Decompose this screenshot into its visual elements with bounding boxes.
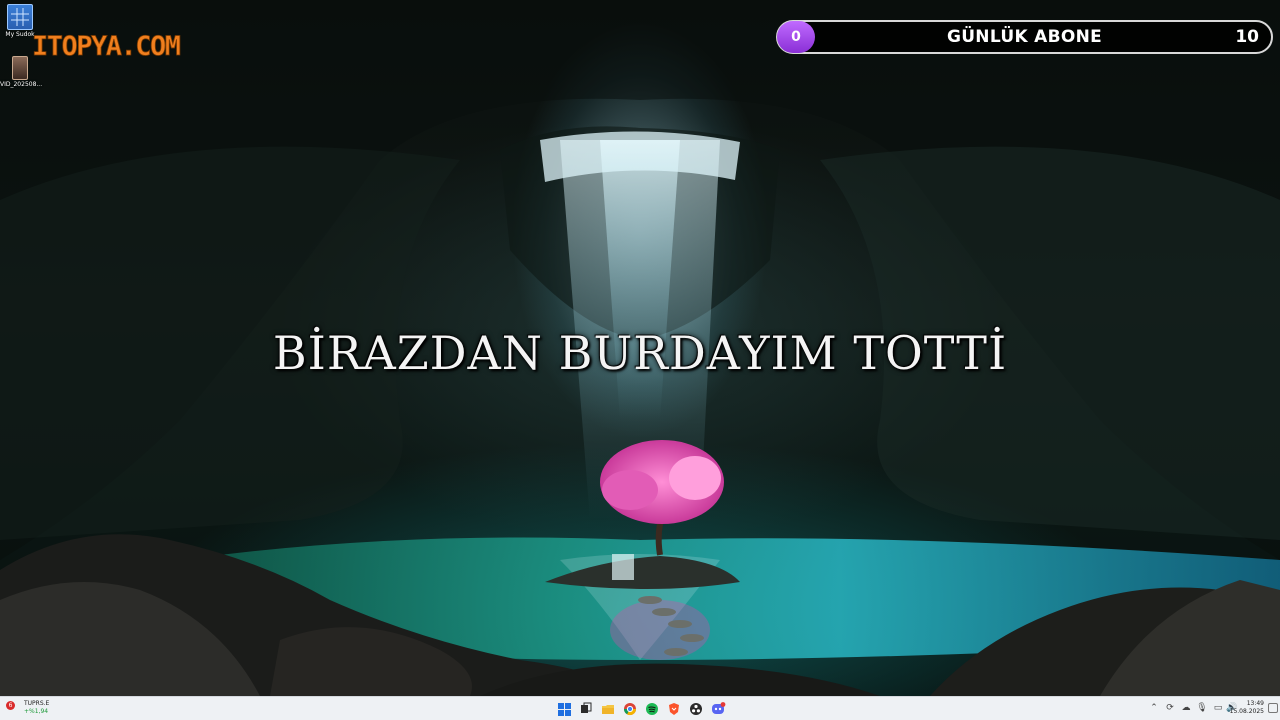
stock-change: +%1,94 <box>24 708 49 715</box>
video-file-icon <box>12 56 28 80</box>
chrome-icon <box>624 703 636 716</box>
subscriber-counter-widget: 0 GÜNLÜK ABONE 10 <box>776 20 1273 54</box>
brave-icon <box>669 703 679 715</box>
logo-text: ITOPYA.COM <box>32 31 181 62</box>
chrome-button[interactable] <box>622 701 638 717</box>
notification-bell-icon[interactable] <box>1268 703 1278 713</box>
desktop-icon-label: VID_202508... <box>0 81 43 88</box>
spotify-icon <box>646 703 658 715</box>
file-explorer-button[interactable] <box>600 701 616 717</box>
discord-button[interactable] <box>710 701 726 717</box>
cloud-icon[interactable]: ☁ <box>1180 702 1192 714</box>
stock-alert-badge: 6 <box>6 701 15 710</box>
task-view-icon <box>581 702 592 713</box>
windows-start-icon <box>558 703 564 709</box>
taskbar: 6 TUPRS.E +%1,94 ⌃ ⟳ ☁ 🎙 ▭ 🔊 13:49 15.08… <box>0 696 1280 720</box>
brave-button[interactable] <box>666 701 682 717</box>
obs-icon <box>690 703 702 715</box>
spotify-button[interactable] <box>644 701 660 717</box>
subscriber-counter-label: GÜNLÜK ABONE <box>946 27 1103 47</box>
chevron-up-icon[interactable]: ⌃ <box>1148 702 1160 714</box>
stock-ticker: TUPRS.E <box>24 700 50 707</box>
clock-date: 15.08.2025 <box>1229 708 1264 715</box>
discord-icon <box>712 702 726 714</box>
sync-icon[interactable]: ⟳ <box>1164 702 1176 714</box>
network-icon[interactable]: ▭ <box>1212 702 1224 714</box>
obs-button[interactable] <box>688 701 704 717</box>
sudoku-grid-icon <box>7 4 33 30</box>
itopya-logo: ITOPYA.COM <box>32 31 183 62</box>
start-button[interactable] <box>556 701 572 717</box>
tray-clock[interactable]: 13:49 15.08.2025 <box>1224 700 1264 716</box>
stream-caption: BİRAZDAN BURDAYIM TOTTİ <box>272 326 1008 380</box>
clock-time: 13:49 <box>1246 700 1264 707</box>
microphone-icon[interactable]: 🎙 <box>1196 702 1208 714</box>
folder-icon <box>602 705 614 714</box>
subscriber-goal: 10 <box>1235 27 1259 47</box>
task-view-button[interactable] <box>578 701 594 717</box>
